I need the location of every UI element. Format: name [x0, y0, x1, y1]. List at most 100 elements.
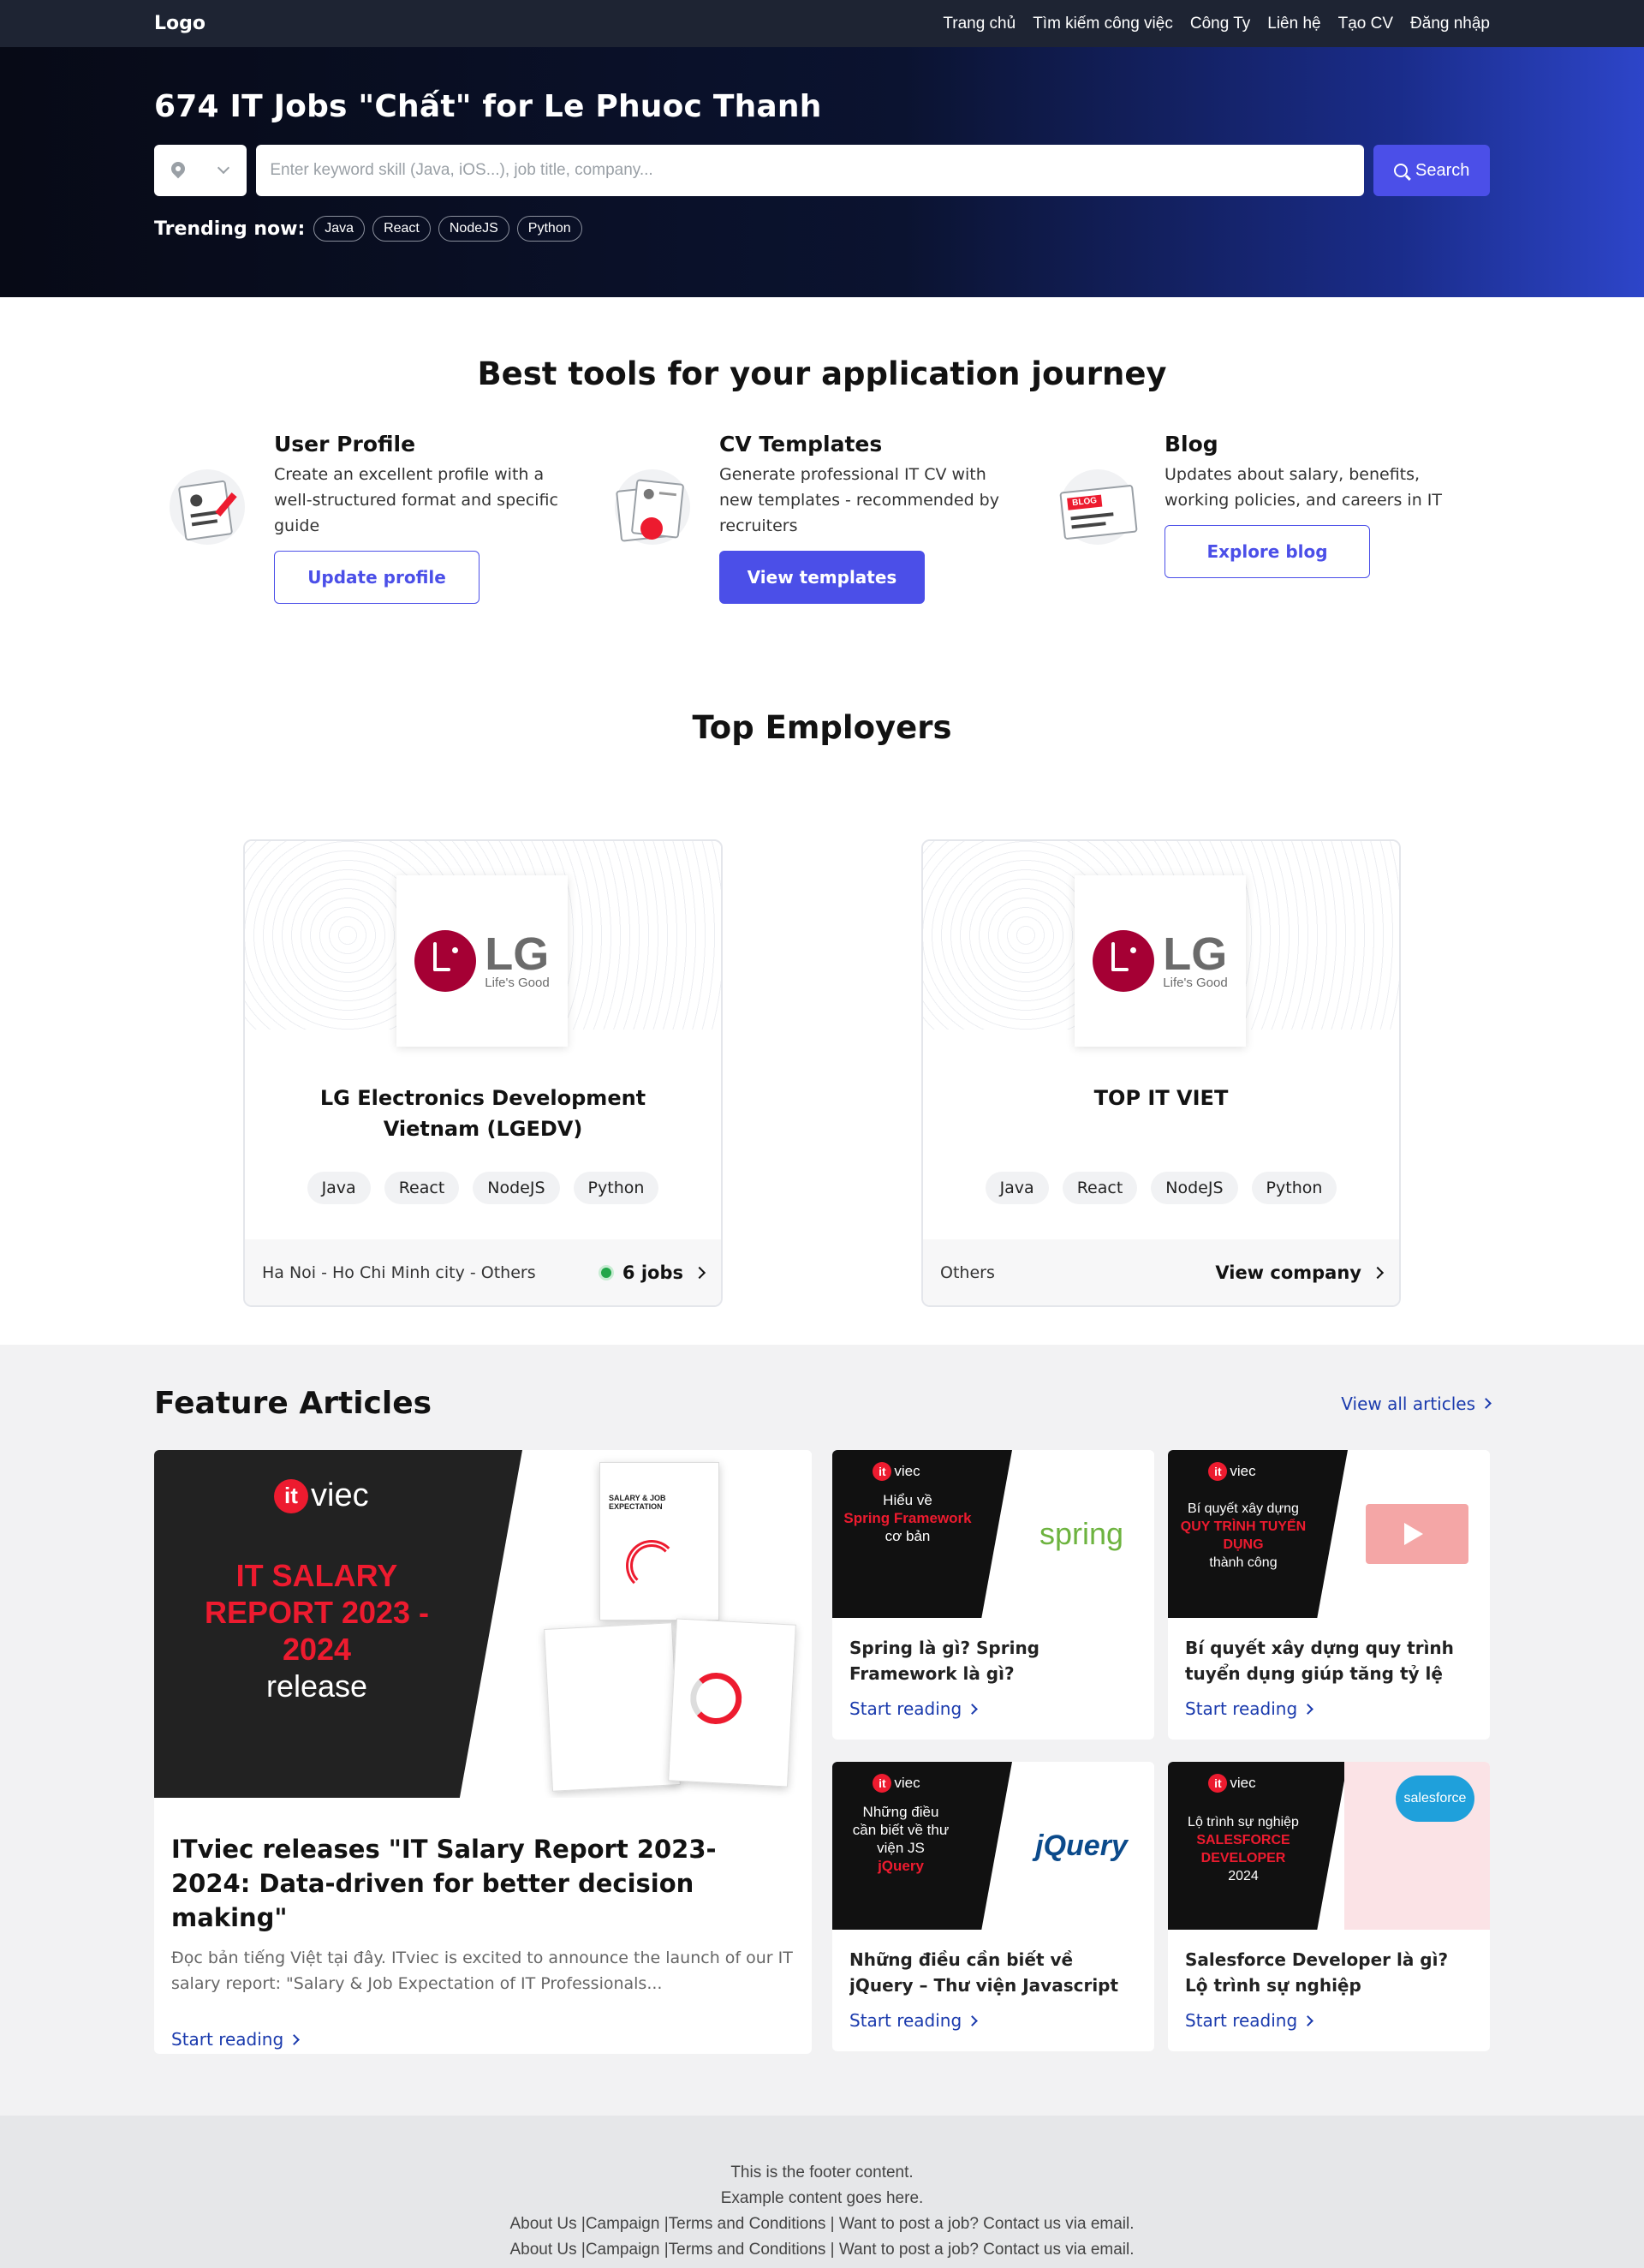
trending-tag[interactable]: React [372, 216, 431, 242]
tool-cv-templates: CV Templates Generate professional IT CV… [599, 425, 1045, 604]
search-button-label: Search [1415, 160, 1470, 180]
article-title[interactable]: Bí quyết xây dựng quy trình tuyển dụng g… [1185, 1635, 1473, 1686]
article-title[interactable]: Spring là gì? Spring Framework là gì? [849, 1635, 1137, 1686]
skill-tag[interactable]: Java [985, 1172, 1049, 1204]
company-name[interactable]: TOP IT VIET [957, 1083, 1365, 1113]
skill-tag[interactable]: Java [307, 1172, 371, 1204]
trending-label: Trending now: [154, 218, 306, 240]
skill-tag[interactable]: Python [573, 1172, 659, 1204]
trending-tag[interactable]: Java [313, 216, 366, 242]
update-profile-button[interactable]: Update profile [274, 551, 480, 604]
article-card[interactable]: it viec Lộ trình sự nghiệp SALESFORCE DEVE… [1168, 1762, 1490, 2051]
tool-description: Updates about salary, benefits, working … [1164, 465, 1443, 510]
site-logo[interactable]: Logo [154, 13, 206, 34]
lg-logo-icon [414, 930, 477, 992]
nav-link-contact[interactable]: Liên hệ [1267, 15, 1320, 33]
hero-section: 674 IT Jobs "Chất" for Le Phuoc Thanh Se… [0, 47, 1644, 297]
articles-section: Feature Articles View all articles it vie… [0, 1345, 1644, 2116]
nav-link-job-search[interactable]: Tìm kiếm công việc [1033, 15, 1173, 33]
view-company-link[interactable]: View company [1215, 1262, 1385, 1283]
explore-blog-button[interactable]: Explore blog [1164, 525, 1370, 578]
nav-link-login[interactable]: Đăng nhập [1410, 15, 1490, 33]
itviec-logo: it viec [832, 1774, 961, 1793]
article-card[interactable]: it viec Những điều cần biết về thư viện J… [832, 1762, 1154, 2051]
featured-article-excerpt: Đọc bản tiếng Việt tại đây. ITviec is ex… [171, 1949, 793, 1993]
start-reading-link[interactable]: Start reading [849, 1698, 979, 1719]
chevron-right-icon [967, 1703, 979, 1715]
skill-tag[interactable]: React [384, 1172, 460, 1204]
employer-card[interactable]: LG Life's Good TOP IT VIET Java React Nod… [921, 839, 1401, 1307]
chevron-right-icon [967, 2014, 979, 2026]
view-all-articles-link[interactable]: View all articles [1341, 1393, 1492, 1414]
status-dot-icon [598, 1264, 614, 1280]
nav-link-home[interactable]: Trang chủ [943, 15, 1016, 33]
view-all-label: View all articles [1341, 1393, 1475, 1414]
skill-tag[interactable]: NodeJS [473, 1172, 560, 1204]
featured-article-title[interactable]: ITviec releases "IT Salary Report 2023-2… [171, 1832, 795, 1935]
location-pin-icon [171, 162, 185, 179]
view-company-label: View company [1215, 1262, 1361, 1283]
company-name[interactable]: LG Electronics Development Vietnam (LGED… [279, 1083, 687, 1144]
jobs-count-link[interactable]: 6 jobs [598, 1262, 706, 1283]
start-reading-link[interactable]: Start reading [1185, 2010, 1314, 2031]
skill-tag[interactable]: Python [1251, 1172, 1337, 1204]
article-card[interactable]: it viec Hiểu về Spring Framework cơ bản spr… [832, 1450, 1154, 1740]
blog-icon: BLOG [1045, 457, 1147, 560]
footer-links[interactable]: About Us |Campaign |Terms and Conditions… [0, 2211, 1644, 2237]
nav-links: Trang chủ Tìm kiếm công việc Công Ty Liê… [943, 15, 1490, 33]
chevron-right-icon [1302, 2014, 1314, 2026]
chevron-right-icon [1371, 1266, 1385, 1279]
report-book-image: SALARY & JOB EXPECTATION [599, 1462, 719, 1620]
itviec-logo: it viec [1168, 1774, 1296, 1793]
itviec-logo: it viec [274, 1477, 369, 1514]
article-image: it viec Lộ trình sự nghiệp SALESFORCE DEVE… [1168, 1762, 1490, 1930]
article-title[interactable]: Những điều cần biết về jQuery – Thư viện… [849, 1947, 1137, 1998]
nav-link-create-cv[interactable]: Tạo CV [1338, 15, 1393, 33]
itviec-logo: it viec [1168, 1462, 1296, 1481]
recruitment-illustration-icon [1344, 1450, 1490, 1618]
article-title[interactable]: Salesforce Developer là gì? Lộ trình sự … [1185, 1947, 1473, 1998]
trending-row: Trending now: Java React NodeJS Python [154, 216, 1490, 242]
card-footer: Others View company [923, 1239, 1399, 1305]
salary-report-headline: IT SALARY REPORT 2023 - 2024 release [204, 1558, 430, 1704]
itviec-logo: it viec [832, 1462, 961, 1481]
spring-logo-icon: spring [1039, 1516, 1124, 1551]
tool-title: Blog [1164, 432, 1218, 457]
view-templates-button[interactable]: View templates [719, 551, 925, 604]
trending-tag[interactable]: Python [516, 216, 582, 242]
keyword-search-input[interactable] [256, 145, 1365, 196]
hero-title: 674 IT Jobs "Chất" for Le Phuoc Thanh [154, 89, 822, 124]
nav-link-companies[interactable]: Công Ty [1190, 15, 1250, 33]
footer-line: Example content goes here. [720, 2189, 924, 2207]
footer-line: This is the footer content. [730, 2164, 914, 2181]
employer-card[interactable]: LG Life's Good LG Electronics Development… [243, 839, 723, 1307]
cv-download-icon [599, 457, 702, 560]
article-card[interactable]: it viec Bí quyết xây dựng QUY TRÌNH TUYỂN … [1168, 1450, 1490, 1740]
company-location: Others [940, 1262, 995, 1282]
chevron-right-icon [289, 2033, 301, 2045]
card-footer: Ha Noi - Ho Chi Minh city - Others 6 job… [245, 1239, 721, 1305]
articles-title: Feature Articles [154, 1386, 432, 1421]
tool-blog: BLOG Blog Updates about salary, benefits… [1045, 425, 1490, 604]
skill-tag[interactable]: NodeJS [1151, 1172, 1238, 1204]
start-reading-link[interactable]: Start reading [1185, 1698, 1314, 1719]
chevron-right-icon [1480, 1398, 1492, 1409]
location-select[interactable] [154, 145, 247, 196]
profile-document-icon [154, 457, 257, 560]
company-location: Ha Noi - Ho Chi Minh city - Others [262, 1262, 536, 1282]
trending-tag[interactable]: NodeJS [438, 216, 509, 242]
top-navbar: Logo Trang chủ Tìm kiếm công việc Công T… [0, 0, 1644, 47]
search-bar: Search [154, 145, 1490, 196]
start-reading-link[interactable]: Start reading [849, 2010, 979, 2031]
salesforce-logo-icon: salesforce [1344, 1762, 1490, 1930]
company-logo: LG Life's Good [1075, 875, 1246, 1047]
footer-links[interactable]: About Us |Campaign |Terms and Conditions… [0, 2237, 1644, 2263]
search-button[interactable]: Search [1373, 145, 1490, 196]
company-logo: LG Life's Good [396, 875, 568, 1047]
featured-article-card[interactable]: it viec IT SALARY REPORT 2023 - 2024 rele… [154, 1450, 812, 2054]
jquery-logo-icon: jQuery [1035, 1829, 1128, 1862]
employers-title: Top Employers [692, 709, 952, 746]
start-reading-link[interactable]: Start reading [171, 2029, 301, 2050]
skill-tag[interactable]: React [1062, 1172, 1138, 1204]
tool-title: CV Templates [719, 432, 883, 457]
